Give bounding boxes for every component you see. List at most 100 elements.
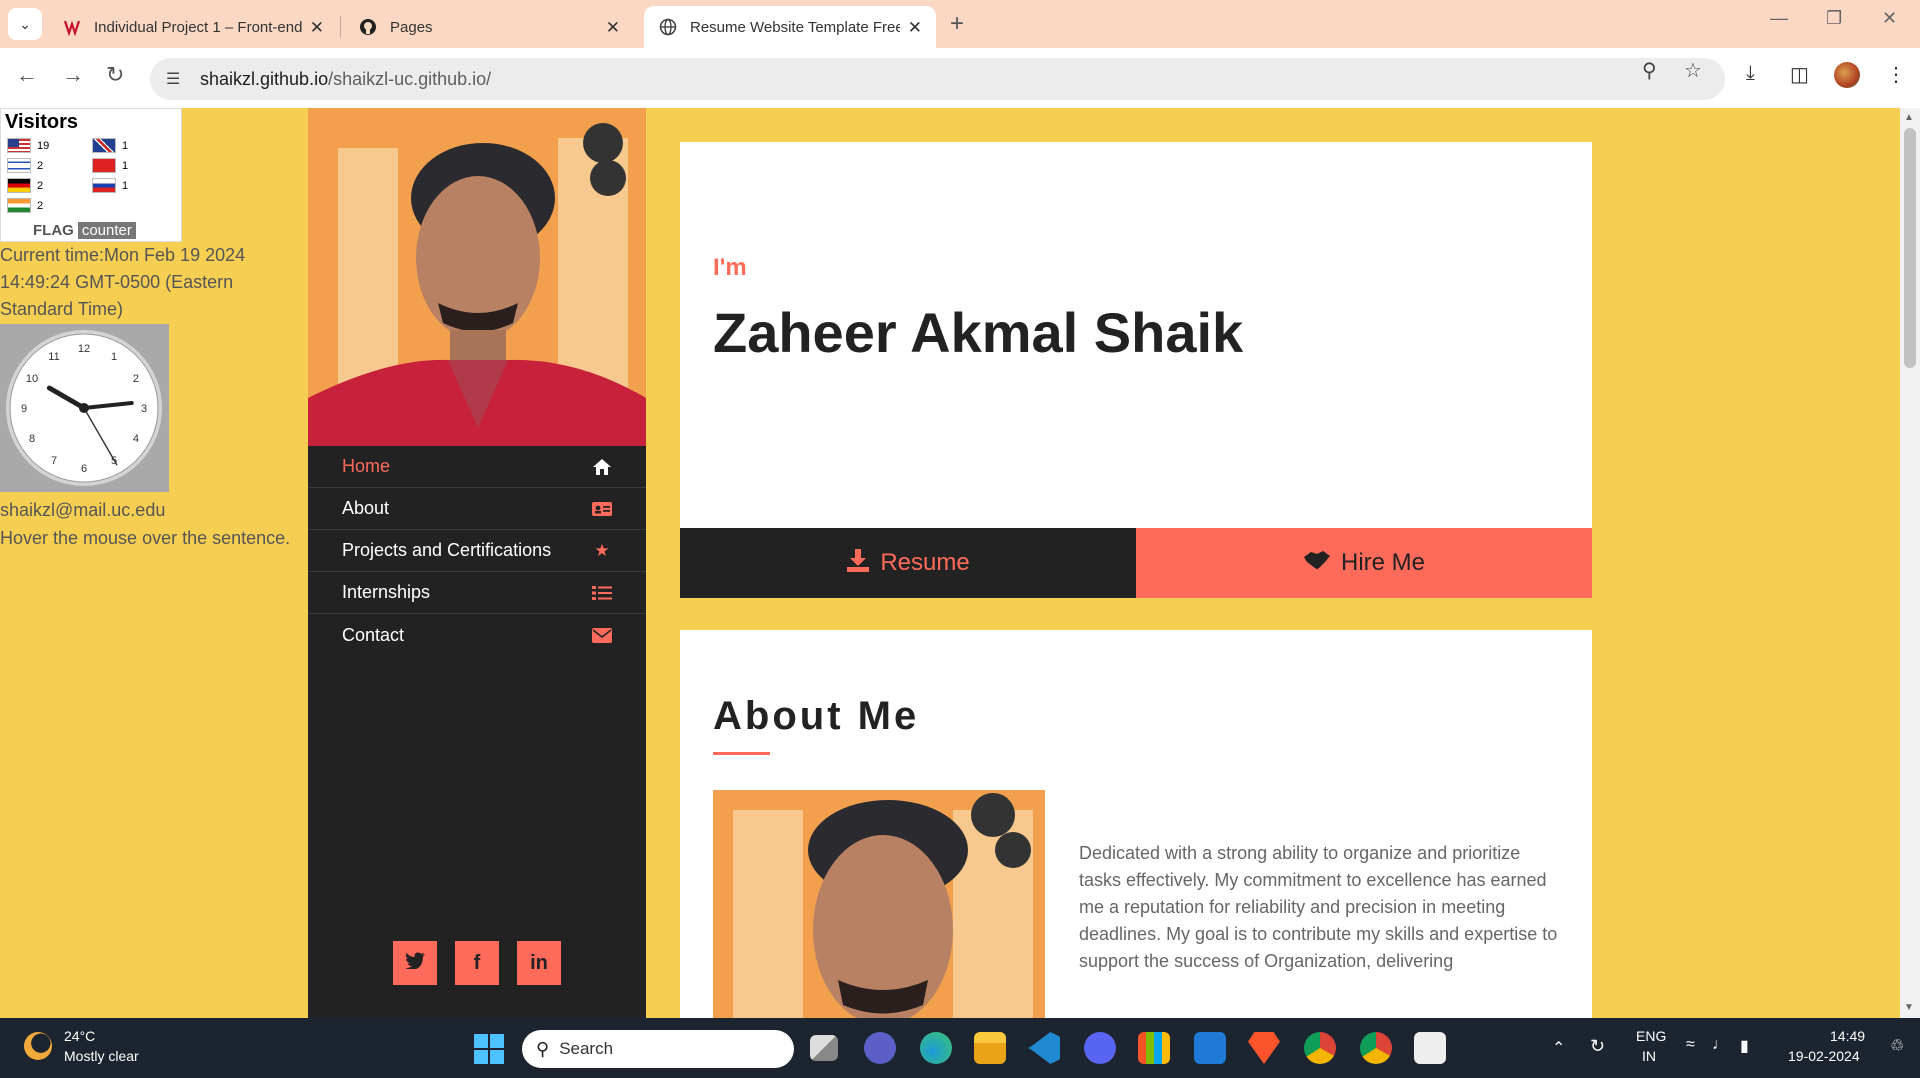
- chrome-profile-icon[interactable]: [1360, 1032, 1392, 1064]
- vscode-icon[interactable]: [1028, 1032, 1060, 1064]
- bookmark-star-icon[interactable]: ☆: [1684, 58, 1702, 83]
- tab-resume-website[interactable]: Resume Website Template Free ✕: [644, 6, 936, 48]
- twitter-button[interactable]: [393, 941, 437, 985]
- nav-item-contact[interactable]: Contact: [308, 614, 646, 656]
- nav-item-projects[interactable]: Projects and Certifications ★: [308, 530, 646, 572]
- nav-item-about[interactable]: About: [308, 488, 646, 530]
- hire-me-button[interactable]: Hire Me: [1136, 528, 1592, 598]
- flag-row-de: 2: [7, 177, 92, 194]
- menu-kebab-icon[interactable]: ⋮: [1886, 62, 1906, 87]
- main-nav: Home About Projects and Certifications ★…: [308, 446, 646, 656]
- start-button[interactable]: [474, 1034, 504, 1064]
- chevron-down-icon: ⌄: [19, 15, 31, 32]
- taskbar-search[interactable]: ⚲ Search: [522, 1030, 794, 1068]
- chrome-icon[interactable]: [1304, 1032, 1336, 1064]
- minimize-button[interactable]: —: [1770, 8, 1788, 29]
- url-host: shaikzl.github.io: [200, 68, 329, 89]
- battery-icon[interactable]: ▮: [1740, 1036, 1749, 1056]
- file-explorer-icon[interactable]: [974, 1032, 1006, 1064]
- clock-number: 8: [29, 433, 35, 445]
- snipping-tool-icon[interactable]: [1414, 1032, 1446, 1064]
- close-window-button[interactable]: ✕: [1882, 8, 1897, 29]
- clock-number: 3: [141, 403, 147, 415]
- sync-icon[interactable]: ↻: [1590, 1036, 1605, 1057]
- nav-item-home[interactable]: Home: [308, 446, 646, 488]
- weather-temperature[interactable]: 24°C: [64, 1028, 95, 1044]
- scroll-down-icon[interactable]: ▼: [1904, 1002, 1914, 1013]
- flag-row-in: 2: [7, 197, 92, 214]
- twitter-icon: [405, 952, 425, 975]
- edge-icon[interactable]: [920, 1032, 952, 1064]
- teams-icon[interactable]: [864, 1032, 896, 1064]
- tray-overflow-icon[interactable]: ⌃: [1552, 1038, 1565, 1058]
- ms-store-icon[interactable]: [1138, 1032, 1170, 1064]
- browser-toolbar: ← → ↻ ☰ shaikzl.github.io/shaikzl-uc.git…: [0, 48, 1920, 108]
- clock-number: 2: [133, 373, 139, 385]
- scroll-up-icon[interactable]: ▲: [1904, 112, 1914, 123]
- tab-pages[interactable]: Pages ✕: [344, 6, 634, 48]
- zoom-icon[interactable]: ⚲: [1642, 58, 1657, 83]
- hero-greeting: I'm: [713, 254, 747, 281]
- clock-number: 7: [51, 455, 57, 467]
- hover-sentence[interactable]: Hover the mouse over the sentence.: [0, 528, 290, 549]
- sidebar: Home About Projects and Certifications ★…: [308, 108, 646, 1018]
- resume-label: Resume: [880, 549, 970, 576]
- reload-icon[interactable]: ↻: [106, 62, 124, 88]
- resume-button[interactable]: Resume: [680, 528, 1136, 598]
- download-icon: [846, 548, 870, 579]
- clock-number: 9: [21, 403, 27, 415]
- hire-label: Hire Me: [1340, 549, 1425, 576]
- nav-item-internships[interactable]: Internships: [308, 572, 646, 614]
- new-tab-button[interactable]: +: [950, 10, 964, 38]
- profile-avatar[interactable]: [1834, 62, 1860, 88]
- url-text[interactable]: shaikzl.github.io/shaikzl-uc.github.io/: [200, 69, 491, 90]
- search-placeholder: Search: [559, 1039, 614, 1058]
- title-underline: [713, 752, 770, 755]
- hero-buttons: Resume Hire Me: [680, 528, 1592, 598]
- il-flag-icon: [7, 158, 31, 173]
- side-panel-icon[interactable]: ◫: [1790, 62, 1809, 87]
- profile-photo: [308, 108, 646, 446]
- mail-icon[interactable]: [1194, 1032, 1226, 1064]
- notification-bell-icon[interactable]: ♲: [1890, 1036, 1904, 1056]
- clock-number: 12: [78, 343, 90, 355]
- back-icon[interactable]: ←: [16, 62, 38, 88]
- scroll-thumb[interactable]: [1904, 128, 1916, 368]
- flag-row-ru: 1: [92, 177, 177, 194]
- weather-moon-icon[interactable]: [24, 1032, 52, 1060]
- hero-card: I'm Zaheer Akmal Shaik: [680, 142, 1592, 528]
- flag-counter-widget[interactable]: Visitors 19 1 2 1 2 1 2 FLAG counter: [0, 108, 182, 242]
- visitors-title: Visitors: [5, 111, 78, 133]
- analog-clock: 121234567891011: [0, 324, 169, 492]
- forward-icon[interactable]: →: [62, 62, 84, 88]
- page-scrollbar[interactable]: ▲ ▼: [1900, 108, 1920, 1018]
- de-flag-icon: [7, 178, 31, 193]
- github-icon: [358, 17, 378, 37]
- tab-search-button[interactable]: ⌄: [8, 8, 42, 40]
- close-tab-icon[interactable]: ✕: [908, 18, 922, 38]
- flag-row-us: 19: [7, 137, 92, 154]
- facebook-button[interactable]: f: [455, 941, 499, 985]
- in-flag-icon: [7, 198, 31, 213]
- volume-icon[interactable]: ♩: [1712, 1036, 1728, 1054]
- close-tab-icon[interactable]: ✕: [606, 18, 620, 38]
- region-code[interactable]: IN: [1642, 1048, 1656, 1064]
- star-icon: ★: [594, 541, 610, 560]
- close-tab-icon[interactable]: ✕: [310, 18, 324, 38]
- facebook-icon: f: [473, 951, 481, 974]
- linkedin-button[interactable]: in: [517, 941, 561, 985]
- task-view-icon[interactable]: [810, 1035, 838, 1061]
- download-icon[interactable]: ⤓: [1746, 62, 1755, 85]
- brave-icon[interactable]: [1248, 1032, 1280, 1064]
- language-code[interactable]: ENG: [1636, 1028, 1666, 1044]
- weather-description[interactable]: Mostly clear: [64, 1048, 139, 1064]
- discord-icon[interactable]: [1084, 1032, 1116, 1064]
- home-icon: [592, 457, 612, 477]
- clock-date[interactable]: 19-02-2024: [1788, 1048, 1860, 1064]
- site-info-icon[interactable]: ☰: [166, 69, 190, 89]
- restore-button[interactable]: ❐: [1826, 8, 1842, 29]
- clock-time[interactable]: 14:49: [1830, 1028, 1865, 1044]
- address-bar[interactable]: ☰ shaikzl.github.io/shaikzl-uc.github.io…: [150, 58, 1725, 100]
- tab-individual-project[interactable]: Individual Project 1 – Front-end ✕: [48, 6, 338, 48]
- wifi-icon[interactable]: ≈: [1686, 1036, 1695, 1054]
